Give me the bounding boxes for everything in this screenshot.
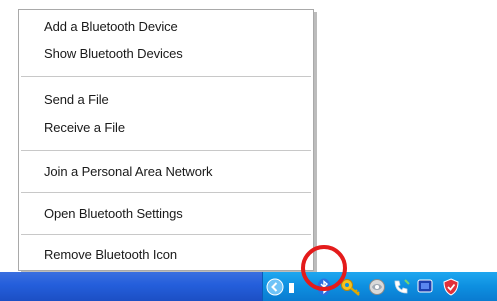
menu-separator (21, 234, 311, 235)
menu-item-send-file[interactable]: Send a File (44, 91, 109, 109)
monitor-icon[interactable] (416, 278, 434, 296)
chevron-left-icon[interactable] (266, 278, 284, 296)
shield-icon[interactable] (442, 278, 460, 296)
menu-item-join-pan[interactable]: Join a Personal Area Network (44, 163, 213, 181)
menu-separator (21, 150, 311, 151)
menu-item-remove-icon[interactable]: Remove Bluetooth Icon (44, 246, 177, 264)
network-globe-icon[interactable] (368, 278, 386, 296)
key-icon[interactable] (340, 278, 362, 296)
menu-item-receive-file[interactable]: Receive a File (44, 119, 125, 137)
menu-separator (21, 192, 311, 193)
highlight-circle (301, 245, 347, 291)
menu-item-open-settings[interactable]: Open Bluetooth Settings (44, 205, 183, 223)
menu-item-show-devices[interactable]: Show Bluetooth Devices (44, 45, 183, 63)
phone-icon[interactable] (392, 278, 410, 296)
menu-separator (21, 76, 311, 77)
menu-item-add-device[interactable]: Add a Bluetooth Device (44, 18, 178, 36)
tray-arrow-icon (289, 283, 294, 293)
bluetooth-context-menu: Add a Bluetooth Device Show Bluetooth De… (18, 9, 314, 271)
